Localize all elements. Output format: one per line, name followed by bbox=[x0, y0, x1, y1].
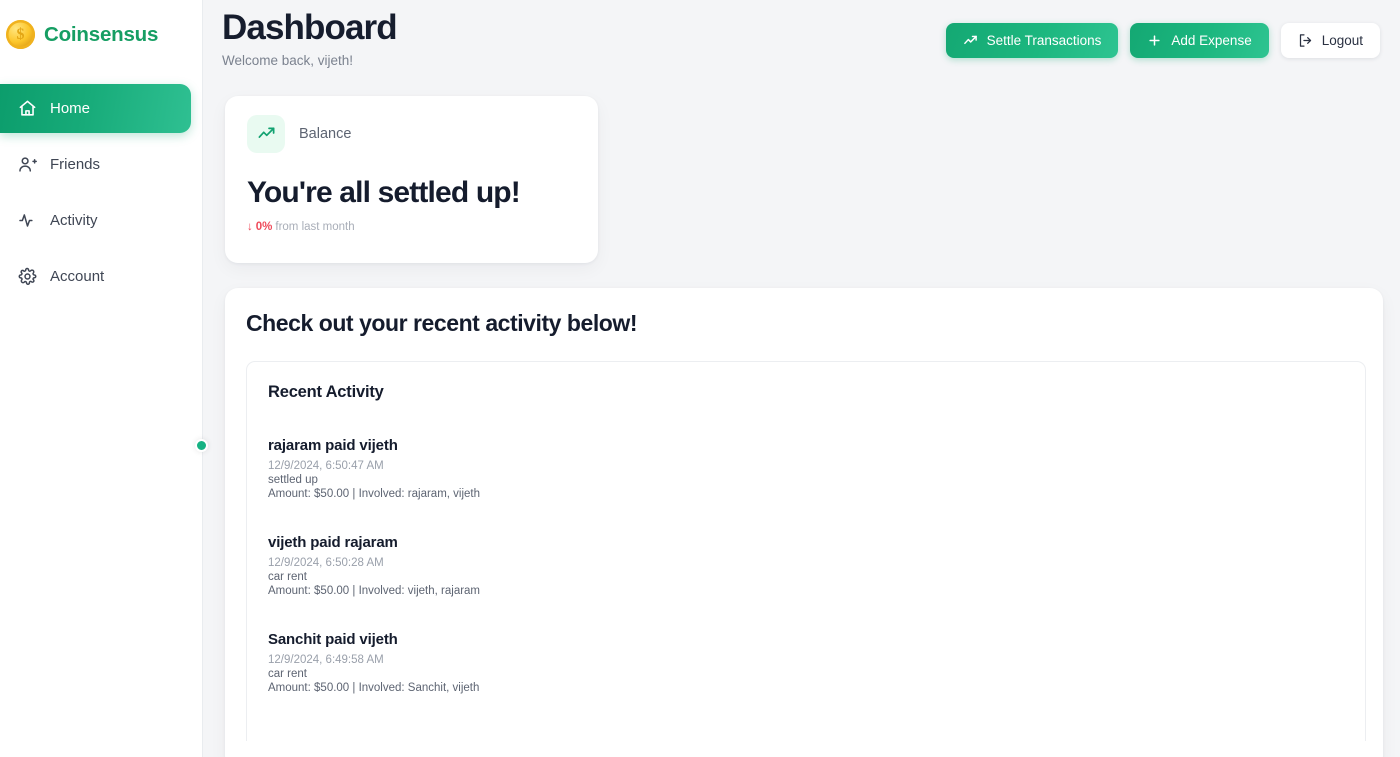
logout-button[interactable]: Logout bbox=[1280, 23, 1380, 58]
pulse-icon bbox=[18, 211, 37, 230]
sidebar-collapse-handle[interactable] bbox=[195, 439, 208, 452]
sidebar-item-label: Account bbox=[50, 268, 105, 285]
balance-header: Balance bbox=[247, 114, 576, 153]
sidebar-item-label: Home bbox=[50, 100, 91, 117]
add-expense-button[interactable]: Add Expense bbox=[1130, 23, 1269, 58]
activity-item-title: Sanchit paid vijeth bbox=[268, 630, 398, 648]
list-item[interactable]: vijeth paid rajaram 12/9/2024, 6:50:28 A… bbox=[268, 534, 1365, 597]
welcome-subtitle: Welcome back, vijeth! bbox=[222, 52, 354, 68]
app-root: $ Coinsensus Home Friends Activity Accou… bbox=[0, 0, 1400, 757]
trending-up-icon bbox=[963, 33, 978, 48]
balance-value: You're all settled up! bbox=[247, 175, 521, 209]
recent-activity-card: Recent Activity rajaram paid vijeth 12/9… bbox=[246, 360, 1366, 741]
settle-transactions-button[interactable]: Settle Transactions bbox=[945, 23, 1119, 58]
activity-item-meta: Amount: $50.00 | Involved: vijeth, rajar… bbox=[268, 584, 481, 597]
sidebar-item-label: Friends bbox=[50, 156, 101, 173]
brand[interactable]: $ Coinsensus bbox=[0, 0, 202, 56]
activity-item-timestamp: 12/9/2024, 6:50:28 AM bbox=[268, 556, 384, 569]
sidebar-item-friends[interactable]: Friends bbox=[0, 140, 191, 189]
activity-panel-heading: Check out your recent activity below! bbox=[246, 309, 638, 336]
activity-panel: Check out your recent activity below! Re… bbox=[225, 287, 1383, 757]
header-actions: Settle Transactions Add Expense Logout bbox=[945, 9, 1380, 58]
activity-item-timestamp: 12/9/2024, 6:49:58 AM bbox=[268, 653, 384, 666]
sidebar-item-account[interactable]: Account bbox=[0, 252, 191, 301]
sidebar-item-home[interactable]: Home bbox=[0, 84, 191, 133]
add-expense-label: Add Expense bbox=[1171, 33, 1252, 48]
delta-text: from last month bbox=[275, 220, 355, 233]
balance-card: Balance You're all settled up! ↓ 0% from… bbox=[225, 95, 598, 263]
trending-up-icon bbox=[247, 114, 285, 153]
logout-label: Logout bbox=[1321, 33, 1363, 48]
page-header: Dashboard Welcome back, vijeth! bbox=[222, 8, 398, 68]
sidebar-nav: Home Friends Activity Account bbox=[0, 84, 202, 301]
home-icon bbox=[18, 99, 37, 118]
sidebar: $ Coinsensus Home Friends Activity Accou… bbox=[0, 0, 208, 757]
activity-item-description: car rent bbox=[268, 570, 307, 583]
brand-name: Coinsensus bbox=[44, 22, 159, 46]
gold-coin-dollar-icon: $ bbox=[6, 20, 35, 49]
user-plus-icon bbox=[18, 155, 37, 174]
topbar: Dashboard Welcome back, vijeth! Settle T… bbox=[203, 0, 1400, 68]
balance-delta: ↓ 0% from last month bbox=[247, 221, 576, 233]
activity-item-title: rajaram paid vijeth bbox=[268, 436, 398, 454]
activity-item-description: car rent bbox=[268, 667, 307, 680]
sidebar-item-label: Activity bbox=[50, 212, 98, 229]
delta-value: 0% bbox=[255, 220, 273, 233]
sidebar-item-activity[interactable]: Activity bbox=[0, 196, 191, 245]
activity-item-timestamp: 12/9/2024, 6:50:47 AM bbox=[268, 459, 384, 472]
balance-label: Balance bbox=[299, 125, 352, 142]
page-title: Dashboard bbox=[222, 8, 398, 47]
logout-icon bbox=[1298, 33, 1313, 48]
recent-activity-title: Recent Activity bbox=[268, 382, 384, 401]
activity-item-title: vijeth paid rajaram bbox=[268, 533, 398, 551]
activity-item-description: settled up bbox=[268, 473, 318, 486]
delta-arrow-icon: ↓ bbox=[247, 220, 253, 233]
settle-transactions-label: Settle Transactions bbox=[986, 33, 1102, 48]
plus-icon bbox=[1147, 33, 1162, 48]
list-item[interactable]: rajaram paid vijeth 12/9/2024, 6:50:47 A… bbox=[268, 437, 1365, 500]
activity-item-meta: Amount: $50.00 | Involved: Sanchit, vije… bbox=[268, 681, 480, 694]
list-item[interactable]: Sanchit paid vijeth 12/9/2024, 6:49:58 A… bbox=[268, 631, 1365, 694]
main-content: Dashboard Welcome back, vijeth! Settle T… bbox=[203, 0, 1400, 757]
activity-item-meta: Amount: $50.00 | Involved: rajaram, vije… bbox=[268, 487, 481, 500]
gear-icon bbox=[18, 267, 37, 286]
